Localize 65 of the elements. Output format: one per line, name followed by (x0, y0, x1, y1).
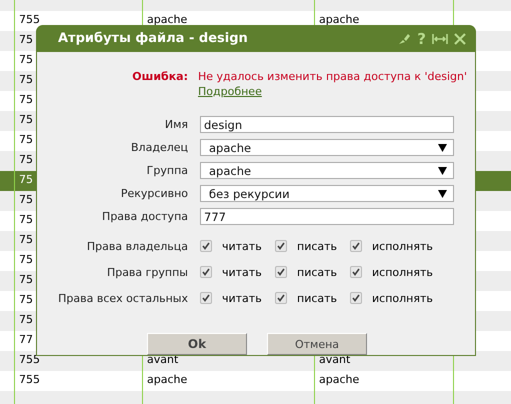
checkbox[interactable] (350, 240, 362, 252)
table-cell: 755 (19, 13, 40, 26)
table-cell: 75 (19, 233, 33, 246)
checkbox[interactable] (200, 266, 212, 278)
field-label: Владелец (130, 141, 188, 154)
field-label: Имя (164, 118, 188, 131)
table-cell: 75 (19, 173, 33, 186)
table-cell: 75 (19, 113, 33, 126)
input-field[interactable]: design (200, 116, 454, 133)
table-cell: 75 (19, 273, 33, 286)
table-cell: 75 (19, 153, 33, 166)
table-cell: 75 (19, 213, 33, 226)
checkbox-label: исполнять (372, 266, 433, 278)
field-label: Права группы (106, 266, 188, 278)
checkbox-label: писать (297, 292, 338, 304)
checkbox[interactable] (200, 240, 212, 252)
caret-icon (438, 166, 447, 174)
table-cell: apache (319, 13, 360, 26)
dialog-title: Атрибуты файла - design (58, 31, 249, 46)
checkbox[interactable] (275, 266, 287, 278)
table-cell: 75 (19, 133, 33, 146)
table-cell: 75 (19, 253, 33, 266)
table-cell: avant (319, 353, 350, 366)
table-cell: apache (319, 373, 360, 386)
checkbox-label: исполнять (372, 292, 433, 304)
checkbox[interactable] (350, 266, 362, 278)
checkbox[interactable] (275, 292, 287, 304)
details-link[interactable]: Подробнее (198, 85, 262, 98)
table-cell: 755 (19, 373, 40, 386)
table-cell: 75 (19, 33, 33, 46)
cancel-button[interactable]: Отмена (267, 333, 367, 355)
checkbox-label: исполнять (372, 240, 433, 252)
checkbox-label: писать (297, 266, 338, 278)
table-cell: 77 (19, 333, 33, 346)
checkbox-label: читать (222, 266, 262, 278)
field-label: Права владельца (86, 240, 188, 252)
table-cell: 75 (19, 193, 33, 206)
table-cell: 75 (19, 93, 33, 106)
table-cell: 75 (19, 313, 33, 326)
checkbox-label: читать (222, 240, 262, 252)
close-icon[interactable] (454, 32, 466, 44)
field-label: Права всех остальных (57, 292, 188, 304)
input-field[interactable]: 777 (200, 208, 454, 225)
checkbox[interactable] (275, 240, 287, 252)
checkbox-label: читать (222, 292, 262, 304)
dropdown[interactable]: без рекурсии (200, 185, 454, 202)
checkbox[interactable] (200, 292, 212, 304)
error-message: Не удалось изменить права доступа к 'design' (198, 70, 468, 83)
field-label: Рекурсивно (120, 187, 188, 200)
error-label: Ошибка: (131, 70, 188, 85)
checkbox[interactable] (350, 292, 362, 304)
table-cell: avant (147, 353, 178, 366)
resize-icon[interactable] (432, 32, 448, 44)
ok-button[interactable]: Ok (147, 333, 247, 355)
table-cell: apache (147, 13, 188, 26)
table-cell: 75 (19, 53, 33, 66)
table-cell: 75 (19, 293, 33, 306)
field-label: Группа (146, 164, 188, 177)
brush-icon[interactable] (398, 32, 412, 44)
table-cell: apache (147, 373, 188, 386)
dropdown[interactable]: apache (200, 162, 454, 179)
dropdown[interactable]: apache (200, 139, 454, 156)
checkbox-label: писать (297, 240, 338, 252)
field-label: Права доступа (101, 210, 188, 223)
table-cell: 75 (19, 73, 33, 86)
